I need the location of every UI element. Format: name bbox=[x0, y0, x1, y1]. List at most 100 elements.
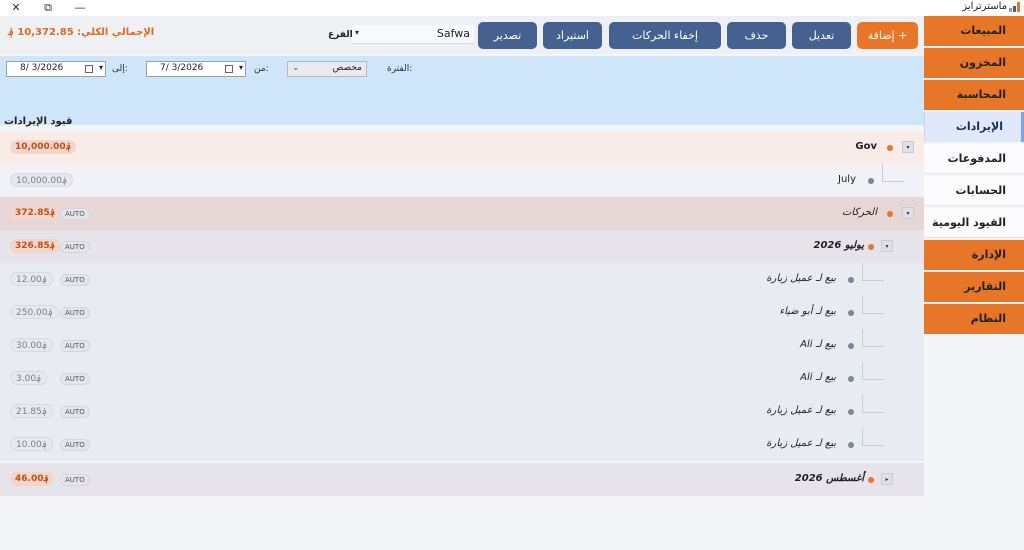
total-label: الإجمالي الكلي: bbox=[77, 27, 155, 38]
status-dot bbox=[848, 376, 854, 382]
tree-row-transaction[interactable]: ؋30.00 AUTO بيع لـ Ali bbox=[0, 329, 924, 362]
grand-total: الإجمالي الكلي: 10,372.85 ؋ bbox=[8, 27, 154, 38]
nav-item-revenues[interactable]: الإيرادات bbox=[924, 112, 1024, 142]
row-title: Gov bbox=[855, 141, 877, 152]
tree-row-transaction[interactable]: ؋250.00 AUTO بيع لـ أبو ضياء bbox=[0, 296, 924, 329]
minimize-icon[interactable]: — bbox=[72, 0, 88, 16]
tree-row-july[interactable]: ؋10,000.00 July bbox=[0, 164, 924, 197]
row-title: يوليو 2026 bbox=[813, 240, 864, 251]
status-dot bbox=[868, 244, 874, 250]
close-icon[interactable]: ✕ bbox=[8, 0, 24, 16]
tree-row-month-august[interactable]: ؋46.00 AUTO أغسطس 2026 ▸ bbox=[0, 463, 924, 496]
from-label: من: bbox=[254, 64, 269, 74]
amount-badge: ؋10,000.00 bbox=[10, 173, 74, 187]
amount-badge: ؋326.85 bbox=[10, 239, 61, 253]
row-title: بيع لـ عميل زيارة bbox=[766, 405, 836, 416]
title-bar: ✕ ⧉ — ماسترترايز bbox=[0, 0, 1024, 16]
tree-row-month-july[interactable]: ؋326.85 AUTO يوليو 2026 ▾ bbox=[0, 230, 924, 263]
to-date-picker[interactable]: 8/ 3/2026 ▾ bbox=[6, 61, 106, 77]
tree-row-transaction[interactable]: ؋10.00 AUTO بيع لـ عميل زيارة bbox=[0, 428, 924, 461]
nav-item-accounts[interactable]: الحسابات bbox=[924, 176, 1024, 206]
amount-badge: ؋10,000.00 bbox=[10, 140, 76, 154]
row-title: July bbox=[838, 174, 856, 185]
amount-badge: ؋250.00 bbox=[10, 305, 59, 319]
main-panel: الإجمالي الكلي: 10,372.85 ؋ الفرع ▾ Safw… bbox=[0, 16, 924, 550]
from-date-value: 7/ 3/2026 bbox=[160, 63, 204, 73]
status-dot bbox=[848, 409, 854, 415]
status-dot bbox=[848, 442, 854, 448]
nav-item-accounting[interactable]: المحاسبة bbox=[924, 80, 1024, 110]
row-title: بيع لـ أبو ضياء bbox=[779, 306, 836, 317]
tree-connector bbox=[862, 428, 884, 446]
auto-badge: AUTO bbox=[60, 208, 90, 220]
tree-connector bbox=[862, 362, 884, 380]
hide-moves-button[interactable]: إخفاء الحركات bbox=[609, 22, 721, 49]
nav-item-journal[interactable]: القيود اليومية bbox=[924, 208, 1024, 238]
row-title: الحركات bbox=[841, 207, 877, 218]
to-date-value: 8/ 3/2026 bbox=[20, 63, 64, 73]
branch-select[interactable]: ▾ Safwa bbox=[352, 25, 474, 44]
tree-connector bbox=[882, 164, 904, 182]
row-title: بيع لـ Ali bbox=[800, 372, 836, 383]
app-title-area: ماسترترايز bbox=[962, 1, 1020, 12]
branch-value: Safwa bbox=[436, 27, 470, 40]
import-button[interactable]: استيراد bbox=[543, 22, 602, 49]
collapse-toggle[interactable]: ▾ bbox=[881, 240, 893, 252]
period-value: مخصص bbox=[332, 63, 362, 73]
tree-row-transaction[interactable]: ؋12.00 AUTO بيع لـ عميل زيارة bbox=[0, 263, 924, 296]
nav-item-payments[interactable]: المدفوعات bbox=[924, 144, 1024, 174]
nav-item-system[interactable]: النظام bbox=[924, 304, 1024, 334]
row-title: بيع لـ عميل زيارة bbox=[766, 273, 836, 284]
dropdown-arrow-icon: ▾ bbox=[238, 63, 243, 72]
tree-row-gov[interactable]: ؋10,000.00 Gov ▾ bbox=[0, 131, 924, 164]
row-title: أغسطس 2026 bbox=[794, 473, 864, 484]
amount-badge: ؋30.00 bbox=[10, 338, 54, 352]
branch-label: الفرع bbox=[328, 30, 353, 40]
auto-badge: AUTO bbox=[60, 406, 90, 418]
period-select[interactable]: ⌄ مخصص bbox=[287, 61, 367, 77]
restore-icon[interactable]: ⧉ bbox=[40, 0, 56, 16]
amount-badge: ؋46.00 bbox=[10, 472, 54, 486]
status-dot bbox=[868, 477, 874, 483]
add-button[interactable]: + إضافة bbox=[857, 22, 918, 49]
amount-badge: ؋10.00 bbox=[10, 437, 54, 451]
auto-badge: AUTO bbox=[60, 274, 90, 286]
nav-item-inventory[interactable]: المخزون bbox=[924, 48, 1024, 78]
total-value: 10,372.85 ؋ bbox=[8, 27, 74, 38]
export-button[interactable]: تصدير bbox=[478, 22, 537, 49]
tree-connector bbox=[862, 263, 884, 281]
section-title: قيود الإيرادات bbox=[0, 116, 924, 132]
tree-row-moves[interactable]: ؋372.85 AUTO الحركات ▾ bbox=[0, 197, 924, 230]
app-logo-icon bbox=[1009, 1, 1020, 12]
amount-badge: ؋12.00 bbox=[10, 272, 54, 286]
amount-badge: ؋372.85 bbox=[10, 206, 61, 220]
period-label: الفترة: bbox=[387, 64, 413, 74]
status-dot bbox=[887, 211, 893, 217]
auto-badge: AUTO bbox=[60, 439, 90, 451]
app-window: ✕ ⧉ — ماسترترايز المبيعات المخزون المحاس… bbox=[0, 0, 1024, 550]
nav-item-admin[interactable]: الإدارة bbox=[924, 240, 1024, 270]
dropdown-arrow-icon: ▾ bbox=[355, 28, 360, 37]
tree-connector bbox=[862, 296, 884, 314]
filter-panel: 8/ 3/2026 ▾ إلى: 7/ 3/2026 ▾ من: ⌄ مخصص … bbox=[0, 56, 924, 125]
sidebar-nav: المبيعات المخزون المحاسبة الإيرادات المد… bbox=[924, 16, 1024, 550]
tree-connector bbox=[862, 395, 884, 413]
amount-badge: ؋3.00 bbox=[10, 371, 48, 385]
edit-button[interactable]: تعديل bbox=[792, 22, 851, 49]
nav-item-sales[interactable]: المبيعات bbox=[924, 16, 1024, 46]
status-dot bbox=[868, 178, 874, 184]
status-dot bbox=[848, 310, 854, 316]
from-date-picker[interactable]: 7/ 3/2026 ▾ bbox=[146, 61, 246, 77]
nav-item-reports[interactable]: التقارير bbox=[924, 272, 1024, 302]
app-title: ماسترترايز bbox=[962, 1, 1007, 12]
auto-badge: AUTO bbox=[60, 307, 90, 319]
tree-row-transaction[interactable]: ؋3.00 AUTO بيع لـ Ali bbox=[0, 362, 924, 395]
status-dot bbox=[848, 343, 854, 349]
tree-row-transaction[interactable]: ؋21.85 AUTO بيع لـ عميل زيارة bbox=[0, 395, 924, 428]
calendar-icon bbox=[85, 65, 93, 73]
section-title-text: قيود الإيرادات bbox=[4, 116, 73, 127]
collapse-toggle[interactable]: ▾ bbox=[902, 141, 914, 153]
delete-button[interactable]: حذف bbox=[727, 22, 786, 49]
collapse-toggle[interactable]: ▾ bbox=[902, 207, 914, 219]
expand-toggle[interactable]: ▸ bbox=[881, 473, 893, 485]
